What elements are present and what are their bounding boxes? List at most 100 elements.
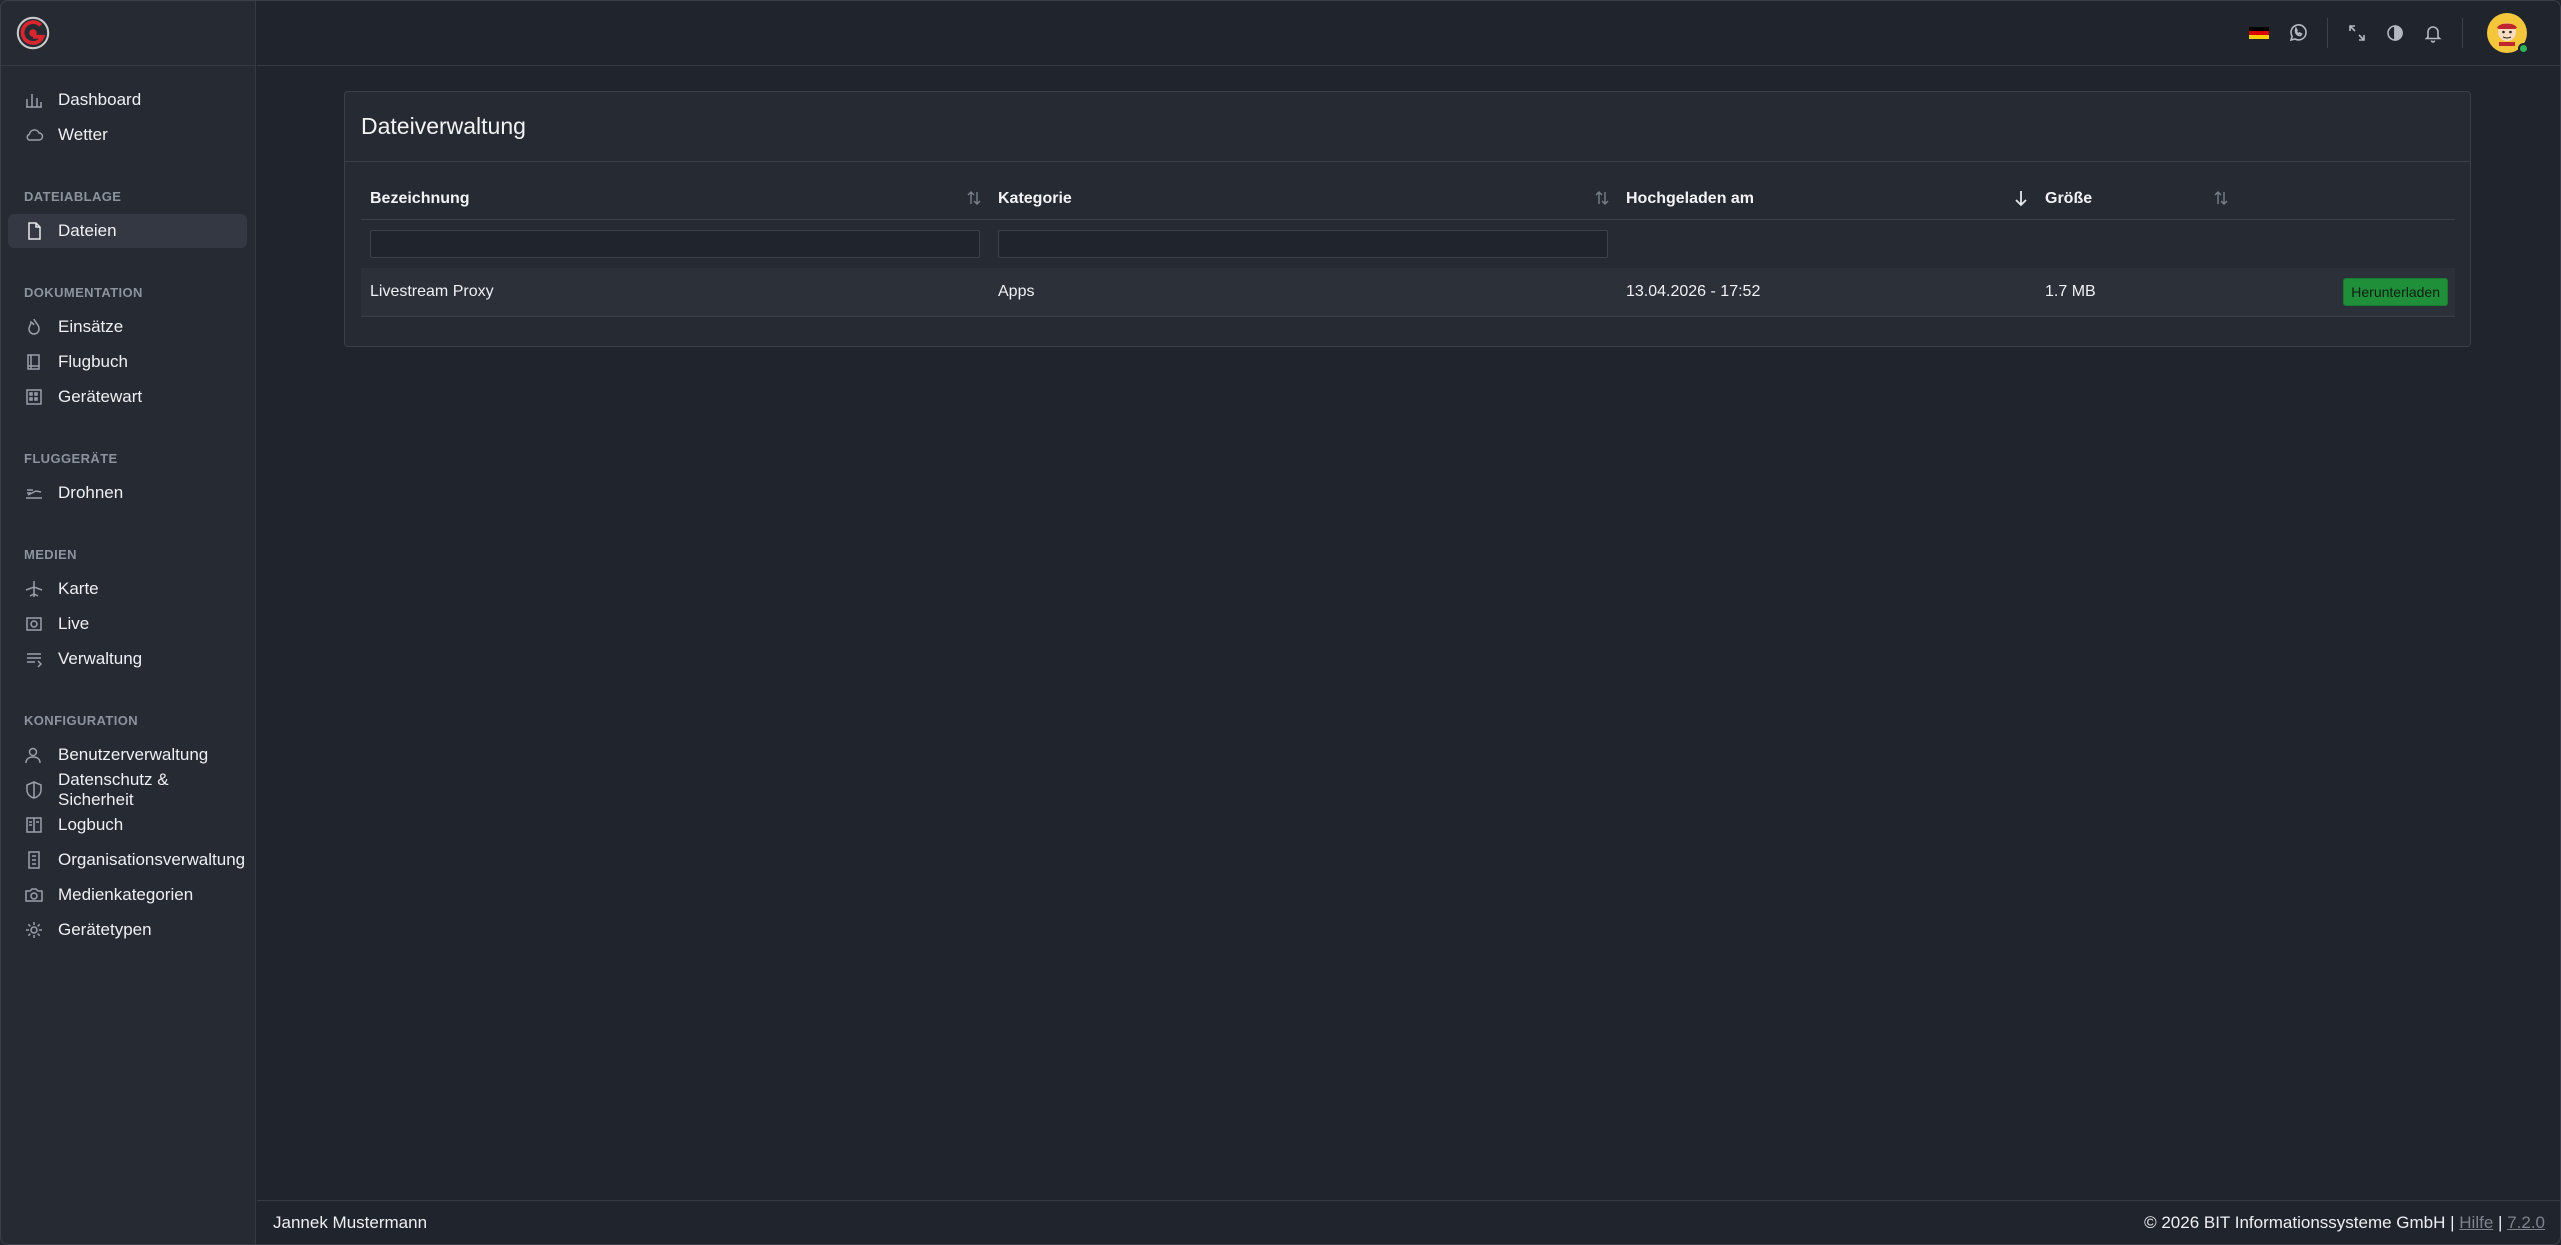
column-header-kategorie[interactable]: Kategorie (989, 178, 1617, 219)
sort-desc-icon[interactable] (2012, 189, 2030, 207)
header-divider (2462, 18, 2463, 48)
sidebar-item-einsaetze[interactable]: Einsätze (8, 310, 247, 344)
bell-icon[interactable] (2422, 22, 2444, 44)
sidebar-item-label: Benutzerverwaltung (58, 745, 209, 764)
download-button[interactable]: Herunterladen (2343, 278, 2448, 306)
sidebar-item-dashboard[interactable]: Dashboard (8, 83, 247, 117)
card-header: Dateiverwaltung (345, 92, 2470, 162)
sidebar-item-drohnen[interactable]: Drohnen (8, 476, 247, 510)
sidebar-item-live[interactable]: Live (8, 607, 247, 641)
filter-cell (989, 230, 1617, 258)
footer: Jannek Mustermann © 2026 BIT Information… (257, 1200, 2561, 1245)
column-label: Hochgeladen am (1626, 189, 1755, 207)
table-header-row: Bezeichnung Kategorie Hochgeladen am Grö… (361, 178, 2455, 220)
sidebar-item-flugbuch[interactable]: Flugbuch (8, 345, 247, 379)
filter-input-bezeichnung[interactable] (370, 230, 980, 258)
org-icon (24, 850, 44, 870)
section-title-dateiablage: DATEIABLAGE (24, 189, 122, 204)
column-header-bezeichnung[interactable]: Bezeichnung (361, 178, 989, 219)
sidebar-item-medienkategorien[interactable]: Medienkategorien (8, 878, 247, 912)
sidebar-item-label: Flugbuch (58, 352, 128, 371)
sidebar-item-verwaltung[interactable]: Verwaltung (8, 642, 247, 676)
section-title-fluggeraete: FLUGGERÄTE (24, 451, 118, 466)
version-link[interactable]: 7.2.0 (2507, 1213, 2545, 1232)
header-divider (2327, 18, 2328, 48)
page-title: Dateiverwaltung (361, 113, 526, 139)
sort-icon[interactable] (1593, 189, 1611, 207)
sidebar-item-label: Organisationsverwaltung (58, 850, 246, 869)
app-logo-icon[interactable] (14, 14, 52, 52)
brand (0, 0, 255, 66)
sidebar-item-label: Logbuch (58, 815, 124, 834)
building-icon (24, 387, 44, 407)
sidebar-item-karte[interactable]: Karte (8, 572, 247, 606)
sort-icon[interactable] (2212, 189, 2230, 207)
sidebar-item-label: Karte (58, 579, 99, 598)
theme-toggle-icon[interactable] (2384, 22, 2406, 44)
header-actions (2239, 0, 2561, 66)
fullscreen-icon[interactable] (2346, 22, 2368, 44)
column-label: Kategorie (998, 189, 1072, 207)
column-header-groesse[interactable]: Größe (2036, 178, 2236, 219)
camera-icon (24, 614, 44, 634)
cell-actions: Herunterladen (2236, 278, 2455, 306)
gear-icon (24, 920, 44, 940)
sidebar-item-label: Gerätewart (58, 387, 143, 406)
sidebar-item-geraetetypen[interactable]: Gerätetypen (8, 913, 247, 947)
sidebar-item-label: Einsätze (58, 317, 124, 336)
file-management-card: Dateiverwaltung Bezeichnung Kategorie Ho… (344, 91, 2471, 347)
column-label: Größe (2045, 189, 2093, 207)
cell-groesse: 1.7 MB (2045, 283, 2096, 300)
footer-copyright: © 2026 BIT Informationssysteme GmbH | (2144, 1213, 2455, 1232)
footer-right: © 2026 BIT Informationssysteme GmbH | Hi… (2144, 1213, 2545, 1233)
chart-icon (24, 90, 44, 110)
sidebar-item-label: Dashboard (58, 90, 142, 109)
column-header-actions (2236, 178, 2455, 219)
section-title-konfiguration: KONFIGURATION (24, 713, 139, 728)
file-icon (24, 221, 44, 241)
whatsapp-icon[interactable] (2287, 22, 2309, 44)
cell-bezeichnung: Livestream Proxy (370, 283, 494, 300)
users-icon (24, 745, 44, 765)
column-header-hochgeladen[interactable]: Hochgeladen am (1617, 178, 2036, 219)
sidebar-item-label: Medienkategorien (58, 885, 194, 904)
files-table: Bezeichnung Kategorie Hochgeladen am Grö… (361, 178, 2455, 317)
sidebar-item-logbuch[interactable]: Logbuch (8, 808, 247, 842)
section-title-medien: MEDIEN (24, 547, 77, 562)
filter-row (361, 220, 2455, 268)
sidebar-item-label: Live (58, 614, 90, 633)
language-flag-icon[interactable] (2249, 27, 2269, 39)
sidebar-item-label: Dateien (58, 221, 117, 240)
sidebar-item-datenschutz[interactable]: Datenschutz & Sicherheit (8, 770, 247, 809)
footer-username: Jannek Mustermann (273, 1213, 428, 1232)
filter-cell (361, 230, 989, 258)
sidebar-item-label: Drohnen (58, 483, 124, 502)
sidebar-item-benutzerverwaltung[interactable]: Benutzerverwaltung (8, 738, 247, 772)
cell-hochgeladen: 13.04.2026 - 17:52 (1626, 283, 1761, 300)
sidebar-item-dateien[interactable]: Dateien (8, 214, 247, 248)
sidebar-item-label: Datenschutz & Sicherheit (58, 770, 169, 809)
filter-input-kategorie[interactable] (998, 230, 1608, 258)
user-avatar[interactable] (2487, 13, 2529, 54)
sidebar-item-organisationsverwaltung[interactable]: Organisationsverwaltung (8, 843, 247, 877)
drone-icon (24, 483, 44, 503)
column-label: Bezeichnung (370, 189, 470, 207)
online-status-dot (2518, 43, 2529, 54)
section-title-dokumentation: DOKUMENTATION (24, 285, 143, 300)
shield-icon (24, 780, 44, 800)
cloud-icon (24, 125, 44, 145)
photo-icon (24, 885, 44, 905)
sidebar-item-wetter[interactable]: Wetter (8, 118, 247, 152)
flame-icon (24, 317, 44, 337)
footer-separator: | (2498, 1213, 2503, 1232)
cell-kategorie: Apps (998, 283, 1035, 300)
logbook-icon (24, 815, 44, 835)
sidebar-item-geraetewart[interactable]: Gerätewart (8, 380, 247, 414)
table-row[interactable]: Livestream Proxy Apps 13.04.2026 - 17:52… (361, 268, 2455, 317)
sidebar-item-label: Wetter (58, 125, 108, 144)
sidebar-item-label: Verwaltung (58, 649, 143, 668)
help-link[interactable]: Hilfe (2459, 1213, 2493, 1232)
sort-icon[interactable] (965, 189, 983, 207)
sidebar-item-label: Gerätetypen (58, 920, 152, 939)
sidebar: Dashboard Wetter DATEIABLAGE Dateien DOK… (0, 0, 256, 1245)
